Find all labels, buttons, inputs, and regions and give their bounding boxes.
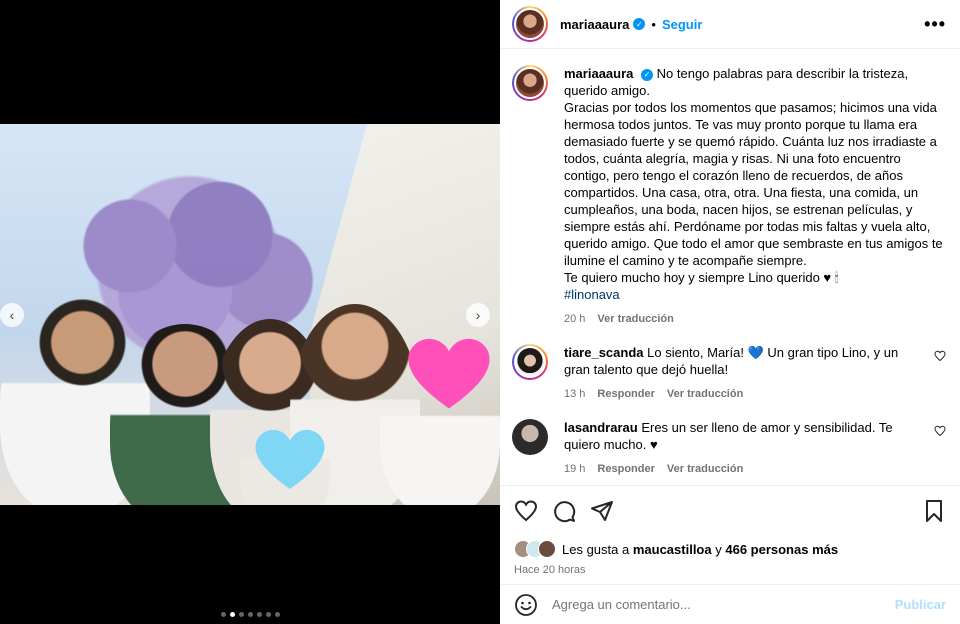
liker-username[interactable]: maucastilloa (633, 542, 712, 557)
hashtag-link[interactable]: #linonava (564, 287, 620, 302)
post-media: ‹ › (0, 0, 500, 624)
likes-count-link[interactable]: 466 personas más (725, 542, 838, 557)
bookmark-icon[interactable] (922, 499, 946, 523)
comment-input[interactable] (552, 597, 895, 612)
carousel-dot (256, 612, 262, 617)
post-photo (0, 124, 500, 505)
reply-link[interactable]: Responder (597, 386, 654, 403)
caption-text: No tengo palabras para describir la tris… (564, 66, 943, 285)
follow-button[interactable]: Seguir (662, 17, 702, 32)
caption-translate-link[interactable]: Ver traducción (597, 311, 673, 328)
likes-prefix: Les gusta a (562, 541, 630, 557)
comment-avatar[interactable] (512, 344, 548, 380)
reply-link[interactable]: Responder (597, 461, 654, 478)
next-slide-button[interactable]: › (466, 303, 490, 327)
likes-summary: Les gusta a maucastilloa y 466 personas … (514, 540, 946, 558)
comment-avatar[interactable] (512, 419, 548, 455)
carousel-dot (220, 612, 226, 617)
translate-link[interactable]: Ver traducción (667, 461, 743, 478)
carousel-dot (247, 612, 253, 617)
comment-time: 13 h (564, 388, 586, 400)
verified-badge-icon: ✓ (641, 68, 654, 81)
comment: lasandrarau Eres un ser lleno de amor y … (500, 403, 960, 478)
carousel-dot (229, 612, 235, 617)
add-comment-bar: Publicar (500, 584, 960, 624)
emoji-icon[interactable] (514, 593, 538, 617)
carousel-indicator (0, 612, 500, 617)
separator-dot: • (651, 16, 656, 32)
comment-like-heart-icon[interactable] (934, 425, 946, 437)
comments-list[interactable]: mariaaaura ✓ No tengo palabras para desc… (500, 49, 960, 485)
comment-time: 19 h (564, 463, 586, 475)
author-avatar[interactable] (512, 6, 548, 42)
comment-like-heart-icon[interactable] (934, 350, 946, 362)
post-time: Hace 20 horas (514, 564, 586, 576)
caption-time: 20 h (564, 313, 586, 325)
comment-icon[interactable] (552, 499, 576, 523)
post-header: mariaaaura ✓ • Seguir ••• (500, 0, 960, 49)
author-username[interactable]: mariaaaura (560, 17, 629, 32)
share-icon[interactable] (590, 499, 614, 523)
post-actions: Les gusta a maucastilloa y 466 personas … (500, 485, 960, 576)
likes-conjunction: y (715, 541, 722, 557)
comment-username[interactable]: lasandrarau (564, 420, 638, 435)
carousel-dot (274, 612, 280, 617)
carousel-dot (265, 612, 271, 617)
caption-username[interactable]: mariaaaura (564, 66, 633, 81)
previous-slide-button[interactable]: ‹ (0, 303, 24, 327)
caption: mariaaaura ✓ No tengo palabras para desc… (500, 49, 960, 328)
chevron-right-icon: › (475, 307, 481, 323)
comment: tiare_scanda Lo siento, María! 💙 Un gran… (500, 328, 960, 403)
caption-avatar[interactable] (512, 65, 548, 101)
carousel-dot (238, 612, 244, 617)
more-options-icon[interactable]: ••• (924, 14, 946, 35)
comment-username[interactable]: tiare_scanda (564, 345, 644, 360)
publish-button[interactable]: Publicar (895, 597, 946, 612)
post-panel: mariaaaura ✓ • Seguir ••• mariaaaura ✓ N… (500, 0, 960, 624)
like-heart-icon[interactable] (514, 499, 538, 523)
verified-badge-icon: ✓ (633, 18, 646, 30)
pink-heart-sticker (408, 338, 490, 409)
blue-heart-sticker (255, 429, 325, 489)
translate-link[interactable]: Ver traducción (667, 386, 743, 403)
liker-avatar (538, 540, 556, 558)
chevron-left-icon: ‹ (9, 307, 15, 323)
